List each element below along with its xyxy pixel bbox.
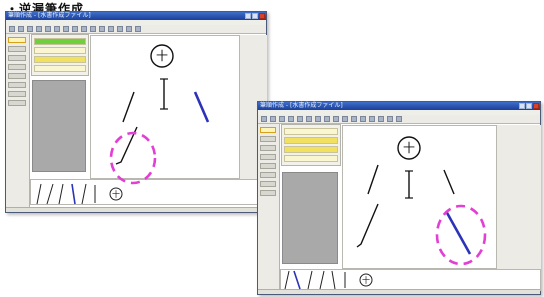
strip-strokes — [284, 270, 373, 290]
stroke-vertical — [160, 78, 168, 110]
highlight-circle — [435, 204, 487, 266]
app-window-before: 筆順作成 - [水書作成ファイル] 十 十 — [5, 11, 267, 213]
circle-plus-glyph: 十 — [397, 136, 421, 160]
stroke-left-upper — [122, 91, 135, 123]
stroke-vertical — [405, 170, 413, 199]
strip-glyph: 十 — [112, 189, 120, 199]
stroke-right-upper — [443, 169, 455, 195]
circle-plus-glyph: 十 — [150, 44, 174, 68]
strip-glyph: 十 — [362, 275, 370, 285]
highlight-circle — [109, 131, 157, 185]
canvas-drawing: 十 十 — [36, 44, 210, 205]
strip-strokes — [36, 183, 123, 205]
stroke-left-lower — [356, 203, 379, 248]
stroke-highlighted — [444, 210, 472, 255]
stroke-left-upper — [367, 164, 379, 195]
canvas-drawing: 十 十 — [284, 136, 487, 290]
app-window-after: 筆順作成 - [水書作成ファイル] 十 十 — [257, 101, 541, 295]
stroke-highlighted — [193, 91, 210, 123]
canvas-glyph: 十 — [156, 49, 168, 63]
canvas-glyph: 十 — [403, 141, 415, 155]
